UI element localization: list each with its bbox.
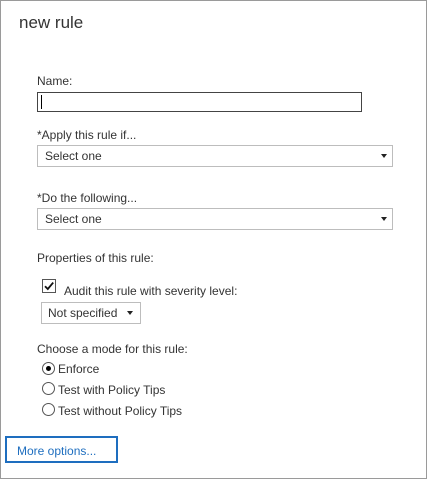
do-following-select[interactable]: Select one (37, 208, 393, 230)
do-following-selected: Select one (45, 212, 102, 226)
severity-select[interactable]: Not specified (41, 302, 141, 324)
more-options-label: More options... (17, 444, 97, 458)
radio-test-with-tips[interactable] (42, 382, 55, 395)
audit-label: Audit this rule with severity level: (64, 284, 238, 298)
dropdown-arrow-icon (127, 311, 133, 315)
dropdown-arrow-icon (381, 154, 387, 158)
severity-selected: Not specified (48, 306, 118, 320)
apply-rule-label: *Apply this rule if... (37, 128, 137, 142)
more-options-link[interactable]: More options... (5, 436, 118, 463)
check-icon (44, 282, 54, 291)
radio-test-without-tips[interactable] (42, 403, 55, 416)
radio-dot-icon (46, 366, 51, 371)
dropdown-arrow-icon (381, 217, 387, 221)
audit-checkbox[interactable] (42, 279, 56, 293)
apply-rule-selected: Select one (45, 149, 102, 163)
do-following-label: *Do the following... (37, 191, 138, 205)
new-rule-dialog: new rule Name: *Apply this rule if... Se… (0, 0, 427, 479)
name-label: Name: (37, 74, 73, 88)
text-caret (41, 95, 42, 109)
mode-label: Choose a mode for this rule: (37, 342, 188, 356)
radio-test-with-tips-label: Test with Policy Tips (58, 383, 166, 397)
name-input[interactable] (37, 92, 362, 112)
radio-enforce[interactable] (42, 362, 55, 375)
apply-rule-select[interactable]: Select one (37, 145, 393, 167)
properties-label: Properties of this rule: (37, 251, 154, 265)
dialog-title: new rule (19, 13, 84, 32)
radio-enforce-label: Enforce (58, 362, 100, 376)
radio-test-without-tips-label: Test without Policy Tips (58, 404, 183, 418)
